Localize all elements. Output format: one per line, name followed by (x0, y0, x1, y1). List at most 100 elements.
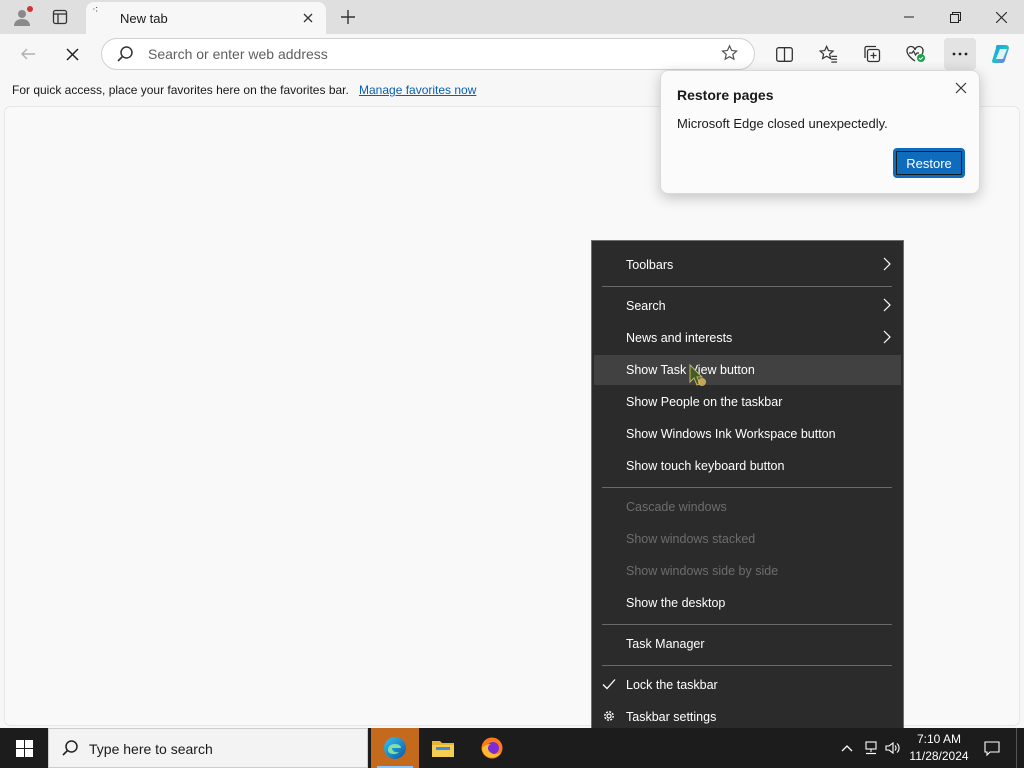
menu-item-show-ink-workspace[interactable]: Show Windows Ink Workspace button (594, 419, 901, 449)
popup-close-button[interactable] (949, 76, 973, 100)
menu-item-windows-side-by-side: Show windows side by side (594, 556, 901, 586)
chevron-up-icon (841, 745, 853, 752)
menu-item-task-manager[interactable]: Task Manager (594, 629, 901, 659)
split-screen-button[interactable] (768, 38, 800, 70)
popup-title: Restore pages (677, 87, 774, 103)
close-icon (65, 47, 79, 61)
menu-item-show-touch-keyboard[interactable]: Show touch keyboard button (594, 451, 901, 481)
network-button[interactable] (860, 728, 882, 768)
restore-window-button[interactable] (932, 0, 978, 34)
clock-date: 11/28/2024 (909, 749, 969, 763)
taskbar: Type here to search 7:10 AM 11/28/2024 (0, 728, 1024, 768)
clock-time: 7:10 AM (916, 732, 962, 746)
back-button[interactable] (12, 38, 44, 70)
heart-pulse-icon (906, 45, 925, 62)
back-arrow-icon (21, 48, 35, 60)
browser-essentials-button[interactable] (900, 38, 932, 70)
menu-divider (602, 665, 892, 666)
chevron-right-icon (883, 330, 891, 344)
taskbar-app-firefox[interactable] (468, 728, 516, 768)
menu-item-lock-taskbar[interactable]: Lock the taskbar (594, 670, 901, 700)
restore-button[interactable]: Restore (893, 148, 965, 178)
close-icon (303, 13, 313, 23)
start-button[interactable] (0, 728, 48, 768)
menu-item-label: Show windows stacked (626, 532, 756, 546)
menu-item-label: Task Manager (626, 637, 705, 651)
taskbar-app-edge[interactable] (371, 728, 419, 768)
restore-window-icon (949, 11, 961, 23)
notification-icon (984, 740, 1000, 756)
menu-item-show-desktop[interactable]: Show the desktop (594, 588, 901, 618)
more-icon (952, 52, 968, 56)
collections-button[interactable] (856, 38, 888, 70)
show-desktop-button[interactable] (1016, 728, 1024, 768)
minimize-icon (904, 16, 914, 18)
taskbar-context-menu: Toolbars Search News and interests Show … (591, 240, 904, 741)
gear-icon (604, 711, 614, 721)
menu-item-show-people[interactable]: Show People on the taskbar (594, 387, 901, 417)
edge-icon (384, 737, 406, 759)
close-window-button[interactable] (978, 0, 1024, 34)
search-icon (62, 740, 78, 756)
checkmark-icon (602, 679, 616, 690)
address-bar[interactable] (101, 38, 755, 70)
menu-divider (602, 624, 892, 625)
tab-strip: ⁖ New tab (0, 0, 1024, 34)
notification-dot (27, 6, 33, 12)
menu-item-label: Show People on the taskbar (626, 395, 783, 409)
address-input[interactable] (148, 44, 708, 64)
loading-icon: ⁖ (92, 4, 99, 16)
menu-item-label: Taskbar settings (626, 710, 717, 724)
collections-icon (864, 45, 881, 63)
windows-logo-icon (15, 739, 33, 757)
tab-new-tab[interactable]: ⁖ New tab (86, 2, 326, 34)
menu-item-toolbars[interactable]: Toolbars (594, 250, 901, 280)
menu-item-label: Show touch keyboard button (626, 459, 785, 473)
menu-item-news-and-interests[interactable]: News and interests (594, 323, 901, 353)
stop-loading-button[interactable] (56, 38, 88, 70)
menu-item-label: Search (626, 299, 666, 313)
search-icon (117, 46, 133, 62)
tab-actions-button[interactable] (48, 5, 72, 29)
menu-item-windows-stacked: Show windows stacked (594, 524, 901, 554)
plus-icon (341, 10, 355, 24)
settings-more-button[interactable] (944, 38, 976, 70)
menu-item-label: Show windows side by side (626, 564, 779, 578)
action-center-button[interactable] (978, 728, 1006, 768)
menu-divider (602, 286, 892, 287)
menu-item-label: Cascade windows (626, 500, 727, 514)
tab-close-button[interactable] (298, 8, 318, 28)
firefox-icon (481, 737, 503, 759)
folder-icon (432, 741, 454, 757)
favorite-star-button[interactable] (721, 44, 740, 66)
favorites-icon (818, 45, 837, 63)
chevron-right-icon (883, 257, 891, 271)
new-tab-button[interactable] (336, 5, 360, 29)
menu-item-label: Show the desktop (626, 596, 726, 610)
manage-favorites-link[interactable]: Manage favorites now (359, 83, 476, 97)
toolbar (0, 34, 1024, 74)
split-screen-icon (775, 46, 793, 62)
menu-item-label: Lock the taskbar (626, 678, 718, 692)
volume-button[interactable] (882, 728, 904, 768)
taskbar-app-file-explorer[interactable] (419, 728, 467, 768)
popup-message: Microsoft Edge closed unexpectedly. (677, 116, 888, 131)
network-icon (865, 741, 877, 755)
profile-button[interactable] (10, 5, 34, 29)
taskbar-clock[interactable]: 7:10 AM 11/28/2024 (904, 731, 974, 765)
menu-item-show-task-view[interactable]: Show Task View button (594, 355, 901, 385)
favorites-button[interactable] (812, 38, 844, 70)
menu-item-label: Show Windows Ink Workspace button (626, 427, 836, 441)
favorites-bar-message: For quick access, place your favorites h… (12, 83, 349, 97)
minimize-button[interactable] (886, 0, 932, 34)
speaker-icon (885, 741, 900, 755)
taskbar-search-box[interactable]: Type here to search (48, 728, 368, 768)
close-icon (995, 11, 1007, 23)
restore-pages-popup: Restore pages Microsoft Edge closed unex… (660, 70, 980, 194)
menu-item-search[interactable]: Search (594, 291, 901, 321)
star-add-icon (721, 44, 739, 61)
taskbar-search-text: Type here to search (89, 741, 213, 757)
close-icon (955, 82, 967, 94)
show-hidden-icons-button[interactable] (838, 728, 856, 768)
copilot-button[interactable] (986, 38, 1018, 70)
